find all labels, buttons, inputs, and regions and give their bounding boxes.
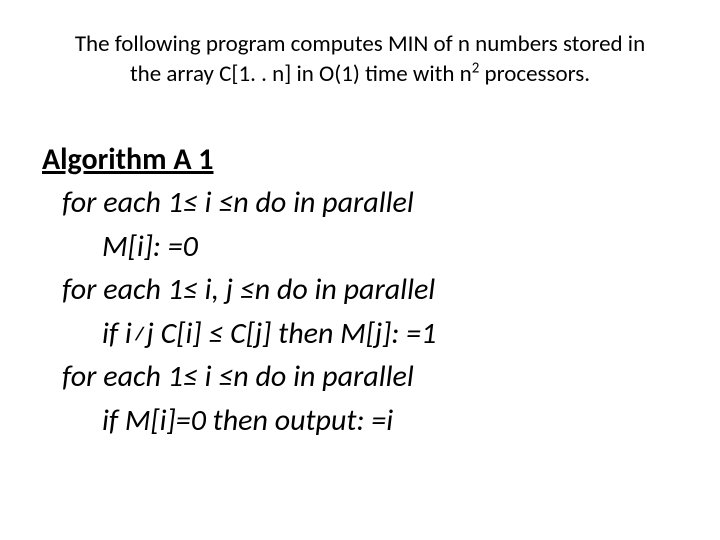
algo-line-6: if M[i]=0 then output: =i bbox=[42, 399, 678, 443]
algorithm-title: Algorithm A 1 bbox=[42, 138, 678, 182]
algo-line-2: M[i]: =0 bbox=[42, 225, 678, 269]
text: C[j] then M[j]: =1 bbox=[223, 315, 436, 352]
leq-symbol: ≤ bbox=[218, 184, 233, 221]
text: n do in parallel bbox=[233, 184, 413, 221]
leq-symbol: ≤ bbox=[240, 271, 255, 308]
algo-line-3: for each 1≤ i, j ≤n do in parallel bbox=[42, 268, 678, 312]
text: for each 1 bbox=[62, 184, 183, 221]
text: i bbox=[198, 358, 218, 395]
leq-symbol: ≤ bbox=[218, 358, 233, 395]
leq-symbol: ≤ bbox=[183, 358, 198, 395]
text: j C[i] bbox=[147, 315, 209, 352]
algo-line-1: for each 1≤ i ≤n do in parallel bbox=[42, 181, 678, 225]
heading-line-1: The following program computes MIN of n … bbox=[75, 30, 645, 58]
slide-body: The following program computes MIN of n … bbox=[0, 0, 720, 472]
algo-line-4: if i≠j C[i] ≤ C[j] then M[j]: =1 bbox=[42, 312, 678, 356]
algo-line-5: for each 1≤ i ≤n do in parallel bbox=[42, 355, 678, 399]
text: if i bbox=[102, 315, 132, 352]
text: n do in parallel bbox=[233, 358, 413, 395]
algorithm-block: Algorithm A 1 for each 1≤ i ≤n do in par… bbox=[42, 138, 678, 443]
text: i, j bbox=[198, 271, 240, 308]
heading-line-2b: processors. bbox=[479, 60, 590, 88]
leq-symbol: ≤ bbox=[183, 271, 198, 308]
text: for each 1 bbox=[62, 358, 183, 395]
text: for each 1 bbox=[62, 271, 183, 308]
leq-symbol: ≤ bbox=[183, 184, 198, 221]
leq-symbol: ≤ bbox=[208, 315, 223, 352]
heading-line-2a: the array C[1. . n] in O(1) time with n bbox=[130, 60, 472, 88]
slide-heading: The following program computes MIN of n … bbox=[42, 30, 678, 90]
neq-symbol: ≠ bbox=[132, 315, 147, 352]
text: n do in parallel bbox=[255, 271, 435, 308]
text: i bbox=[198, 184, 218, 221]
